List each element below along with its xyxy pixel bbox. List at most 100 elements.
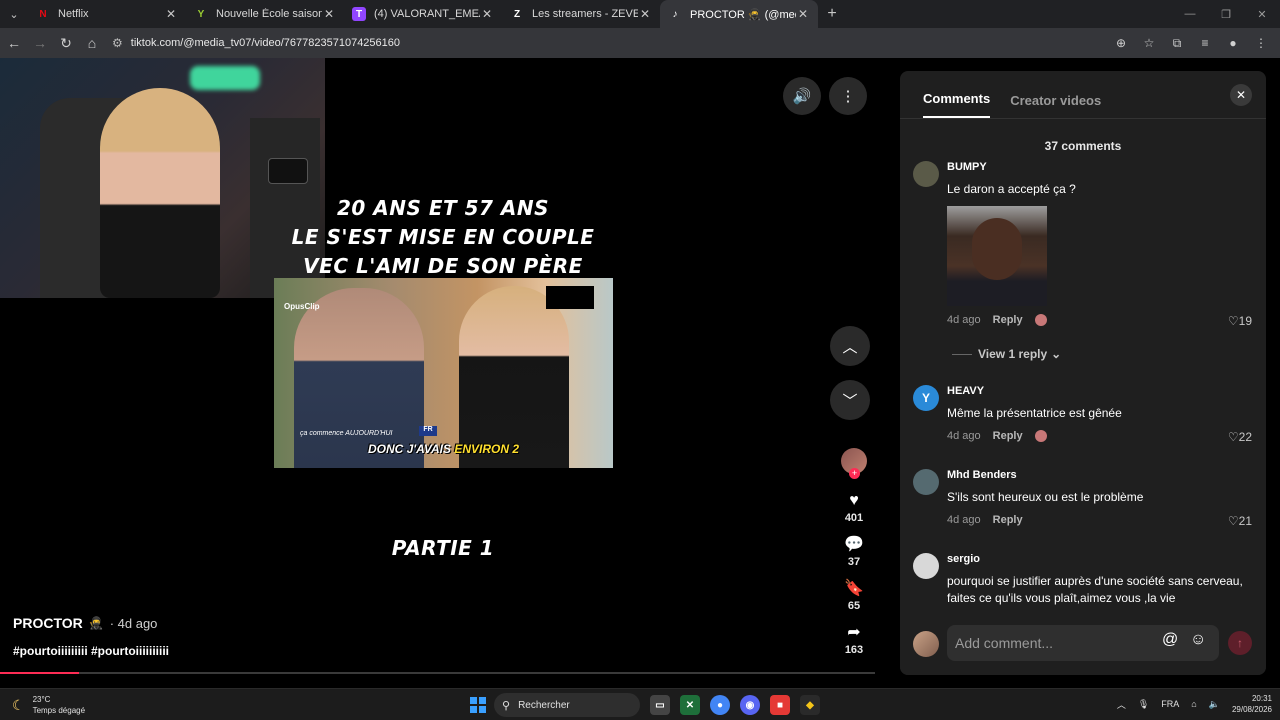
emoji-icon[interactable]: ☺ bbox=[1190, 631, 1206, 649]
comment-meta: 4d ago Reply ♡19 bbox=[947, 314, 1252, 328]
tab-twitch[interactable]: T (4) VALORANT_EMEA - Twitch ✕ bbox=[344, 0, 502, 28]
more-button[interactable]: ⋮ bbox=[829, 77, 867, 115]
comment-avatar[interactable] bbox=[913, 553, 939, 579]
post-age: · 4d ago bbox=[109, 615, 158, 631]
tab-title: PROCTOR 🥷 (@media_tv0 bbox=[690, 8, 796, 21]
profile-icon[interactable]: ● bbox=[1222, 32, 1244, 54]
send-button[interactable]: ↑ bbox=[1228, 631, 1252, 655]
video-progress-fill bbox=[0, 672, 79, 674]
follow-plus-icon[interactable]: + bbox=[849, 468, 860, 479]
next-video-button[interactable]: ﹀ bbox=[830, 380, 870, 420]
video-clip[interactable]: OpusClip ça commence AUJOURD'HUI FR DONC… bbox=[274, 278, 613, 468]
discord-icon[interactable]: ◉ bbox=[740, 695, 760, 715]
comment-like-button[interactable]: ♡19 bbox=[1228, 314, 1252, 328]
extensions-icon[interactable]: ⧉ bbox=[1166, 32, 1188, 54]
comment-gif-image[interactable] bbox=[947, 206, 1047, 306]
media-icon[interactable]: ≡ bbox=[1194, 32, 1216, 54]
url-field[interactable]: ⚙ tiktok.com/@media_tv07/video/767782357… bbox=[112, 31, 1110, 55]
app-yellow-icon[interactable]: ◆ bbox=[800, 695, 820, 715]
zoom-icon[interactable]: ⊕ bbox=[1110, 32, 1132, 54]
bookmark-star-icon[interactable]: ☆ bbox=[1138, 32, 1160, 54]
close-icon[interactable]: ✕ bbox=[638, 7, 652, 21]
taskbar-search[interactable]: ⚲ Rechercher bbox=[494, 693, 640, 717]
chevron-down-icon: ﹀ bbox=[842, 392, 858, 410]
author-name[interactable]: PROCTOR bbox=[13, 615, 83, 631]
home-icon[interactable]: ⌂ bbox=[80, 31, 104, 55]
clock[interactable]: 20:31 29/08/2026 bbox=[1232, 693, 1272, 715]
start-button[interactable] bbox=[470, 697, 486, 713]
like-action[interactable]: ♥ 401 bbox=[834, 492, 874, 524]
new-tab-icon[interactable]: + bbox=[818, 5, 846, 23]
creator-liked-avatar bbox=[1034, 430, 1047, 442]
network-icon[interactable]: ⌂ bbox=[1191, 699, 1196, 709]
comment-like-button[interactable]: ♡21 bbox=[1228, 514, 1252, 528]
video-author[interactable]: PROCTOR 🥷 · 4d ago bbox=[13, 615, 157, 631]
comment-item: sergio pourquoi se justifier auprès d'un… bbox=[913, 553, 1258, 613]
video-hashtags[interactable]: #pourtoiiiiiiiii #pourtoiiiiiiiiii bbox=[13, 644, 169, 658]
tab-netflix[interactable]: N Netflix ✕ bbox=[28, 0, 186, 28]
reload-icon[interactable]: ↻ bbox=[54, 31, 78, 55]
close-icon[interactable]: ✕ bbox=[322, 7, 336, 21]
comment-username[interactable]: Mhd Benders bbox=[947, 469, 1252, 481]
clip-flag: FR bbox=[419, 426, 437, 436]
view-replies-label: View 1 reply bbox=[978, 347, 1048, 361]
comment-meta: 4d ago Reply ♡21 bbox=[947, 514, 1252, 528]
maximize-icon[interactable]: ❐ bbox=[1208, 0, 1244, 28]
video-overlay-line-2: LE S'EST MISE EN COUPLE bbox=[291, 225, 595, 249]
comment-count-header: 37 comments bbox=[1044, 139, 1122, 153]
reply-button[interactable]: Reply bbox=[993, 314, 1023, 326]
task-view-icon[interactable]: ▭ bbox=[650, 695, 670, 715]
tab-zevent[interactable]: Z Les streamers - ZEVENT 2026 ✕ bbox=[502, 0, 660, 28]
language-indicator[interactable]: FRA bbox=[1161, 699, 1179, 709]
creator-avatar[interactable]: + bbox=[841, 448, 867, 479]
video-overlay-line-1: 20 ANS ET 57 ANS bbox=[336, 196, 550, 220]
creator-liked-avatar bbox=[1034, 314, 1047, 326]
save-action[interactable]: 🔖 65 bbox=[834, 580, 874, 612]
comments-panel: Comments Creator videos ✕ 37 comments BU… bbox=[900, 71, 1266, 675]
tray-chevron-icon[interactable]: ︿ bbox=[1117, 698, 1126, 711]
tab-tiktok[interactable]: ♪ PROCTOR 🥷 (@media_tv0 ✕ bbox=[660, 0, 818, 28]
comment-item: BUMPY Le daron a accepté ça ? 4d ago Rep… bbox=[913, 161, 1258, 328]
comment-likes: 19 bbox=[1238, 314, 1252, 328]
video-progress-bar[interactable] bbox=[0, 672, 875, 674]
tab-search-button[interactable]: ⌄ bbox=[0, 0, 28, 28]
comment-username[interactable]: BUMPY bbox=[947, 161, 1252, 173]
comment-body: Mhd Benders S'ils sont heureux ou est le… bbox=[947, 469, 1252, 528]
weather-widget[interactable]: ☾ 23°C Temps dégagé bbox=[12, 694, 85, 716]
weather-temp: 23°C bbox=[32, 695, 51, 704]
tab-comments[interactable]: Comments bbox=[923, 91, 991, 118]
reply-button[interactable]: Reply bbox=[993, 430, 1023, 442]
tab-creator-videos[interactable]: Creator videos bbox=[1010, 93, 1101, 118]
comment-avatar[interactable]: Y bbox=[913, 385, 939, 411]
previous-video-button[interactable]: ︿ bbox=[830, 326, 870, 366]
tab-nouvelle-ecole[interactable]: Y Nouvelle École saison 5 (Netflix ✕ bbox=[186, 0, 344, 28]
menu-icon[interactable]: ⋮ bbox=[1250, 32, 1272, 54]
comment-meta: 4d ago Reply ♡22 bbox=[947, 430, 1252, 444]
share-action[interactable]: ➦ 163 bbox=[834, 624, 874, 656]
volume-button[interactable]: 🔊 bbox=[783, 77, 821, 115]
minimize-icon[interactable]: — bbox=[1172, 0, 1208, 28]
close-icon[interactable]: ✕ bbox=[796, 7, 810, 21]
comment-action[interactable]: 💬 37 bbox=[834, 536, 874, 568]
comment-avatar[interactable] bbox=[913, 161, 939, 187]
comment-avatar[interactable] bbox=[913, 469, 939, 495]
close-panel-icon[interactable]: ✕ bbox=[1230, 84, 1252, 106]
clip-caption: DONC J'AVAIS ENVIRON 2 bbox=[274, 442, 613, 456]
reply-button[interactable]: Reply bbox=[993, 514, 1023, 526]
xbox-icon[interactable]: ✕ bbox=[680, 695, 700, 715]
site-info-icon[interactable]: ⚙ bbox=[112, 36, 123, 50]
forward-icon[interactable]: → bbox=[28, 31, 52, 55]
close-window-icon[interactable]: ✕ bbox=[1244, 0, 1280, 28]
comment-username[interactable]: HEAVY bbox=[947, 385, 1252, 397]
speaker-icon[interactable]: 🔈 bbox=[1209, 699, 1220, 710]
close-icon[interactable]: ✕ bbox=[480, 7, 494, 21]
app-red-icon[interactable]: ■ bbox=[770, 695, 790, 715]
comment-like-button[interactable]: ♡22 bbox=[1228, 430, 1252, 444]
comment-username[interactable]: sergio bbox=[947, 553, 1252, 565]
microphone-icon[interactable]: 🎙 bbox=[1138, 699, 1149, 710]
mention-icon[interactable]: @ bbox=[1162, 631, 1178, 649]
close-icon[interactable]: ✕ bbox=[164, 7, 178, 21]
back-icon[interactable]: ← bbox=[2, 31, 26, 55]
view-replies-button[interactable]: View 1 reply ⌄ bbox=[952, 347, 1061, 361]
chrome-icon[interactable]: ● bbox=[710, 695, 730, 715]
